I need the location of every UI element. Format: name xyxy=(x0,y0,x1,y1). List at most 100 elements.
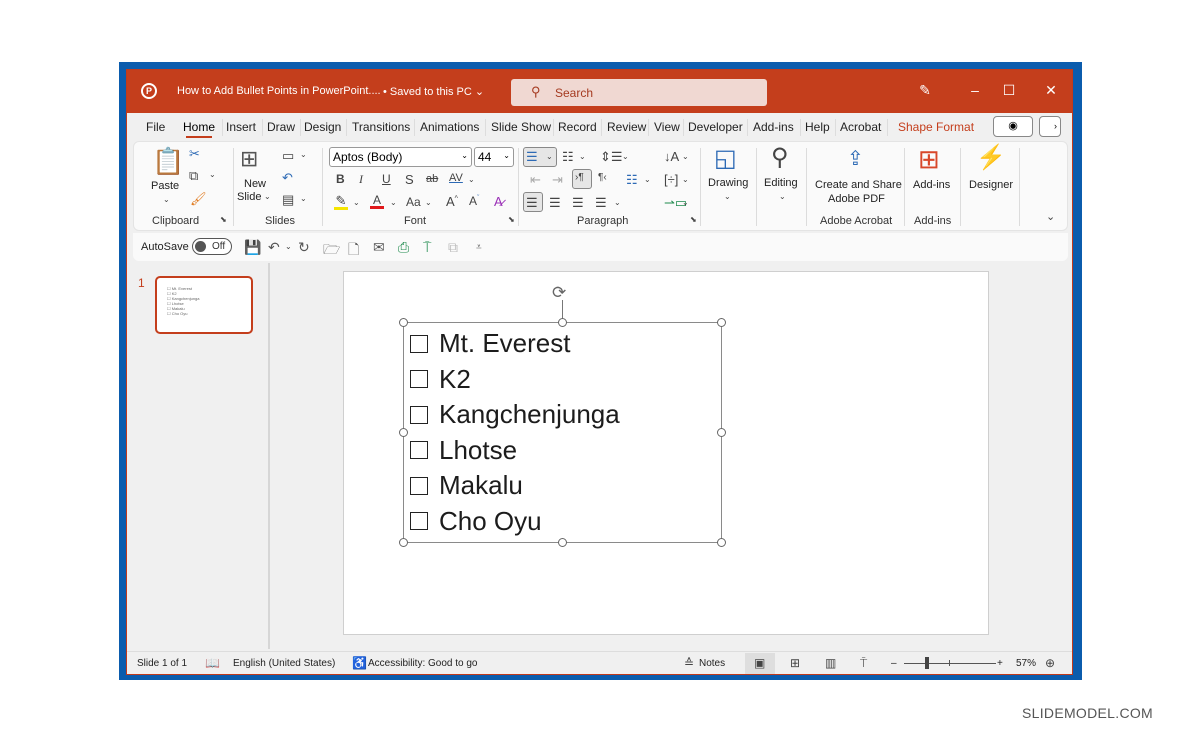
search-box[interactable]: ⚲ Search xyxy=(511,79,767,106)
tab-insert[interactable]: Insert xyxy=(226,120,256,134)
text-direction-icon[interactable]: ↓A xyxy=(664,150,679,163)
drawing-button[interactable]: Drawing xyxy=(708,177,748,189)
chevron-down-icon[interactable]: ⌄ xyxy=(468,175,475,184)
chevron-down-icon[interactable]: ⌄ xyxy=(163,195,170,204)
chevron-down-icon[interactable]: ⌄ xyxy=(682,198,689,207)
dialog-launcher-icon[interactable]: ⬊ xyxy=(690,216,697,224)
highlight-icon[interactable]: ✎ xyxy=(334,194,348,210)
new-file-icon[interactable]: 🗋 xyxy=(348,239,359,263)
columns-icon[interactable]: ☷ xyxy=(626,173,638,186)
align-text-icon[interactable]: [÷] xyxy=(664,173,678,186)
create-share-pdf-line2[interactable]: Adobe PDF xyxy=(828,193,885,205)
selected-text-box[interactable]: Mt. Everest K2 Kangchenjunga Lhotse Maka… xyxy=(399,318,726,547)
justify-icon[interactable]: ☰ xyxy=(595,196,607,209)
chevron-down-icon[interactable]: ⌄ xyxy=(614,198,621,207)
designer-icon[interactable]: ⚡ xyxy=(976,146,1006,170)
zoom-out-button[interactable]: – xyxy=(891,658,897,669)
resize-handle-bottom[interactable] xyxy=(558,538,567,547)
tab-review[interactable]: Review xyxy=(607,120,646,134)
maximize-button[interactable]: ☐ xyxy=(999,82,1019,99)
tab-home[interactable]: Home xyxy=(183,120,215,138)
slide-thumbnail[interactable]: ☐ Mt. Everest ☐ K2 ☐ Kangchenjunga ☐ Lho… xyxy=(155,276,253,334)
tab-draw[interactable]: Draw xyxy=(267,120,295,134)
minimize-button[interactable]: – xyxy=(965,82,985,98)
editing-search-icon[interactable]: ⚲ xyxy=(771,146,789,170)
change-case-button[interactable]: Aa xyxy=(406,196,421,208)
paste-icon[interactable]: 📋 xyxy=(152,148,184,174)
reset-icon[interactable]: ↶ xyxy=(282,171,293,184)
tab-record[interactable]: Record xyxy=(558,120,597,134)
reading-view-icon[interactable]: ▥ xyxy=(825,656,836,670)
dialog-launcher-icon[interactable]: ⬊ xyxy=(220,216,227,224)
tab-transitions[interactable]: Transitions xyxy=(352,120,410,134)
rtl-icon[interactable]: ¶‹ xyxy=(598,173,607,183)
tab-file[interactable]: File xyxy=(146,120,165,134)
tab-design[interactable]: Design xyxy=(304,120,341,134)
ribbon-scroll-right-button[interactable]: › xyxy=(1039,116,1061,137)
save-icon[interactable]: 💾 xyxy=(244,239,261,256)
decrease-indent-icon[interactable]: ⇤ xyxy=(530,173,541,186)
align-right-icon[interactable]: ☰ xyxy=(572,196,584,209)
tab-shape-format[interactable]: Shape Format xyxy=(898,120,974,134)
numbering-icon[interactable]: ☷ xyxy=(562,150,574,163)
chevron-down-icon[interactable]: ⌄ xyxy=(390,198,397,207)
chevron-down-icon[interactable]: ⌄ xyxy=(300,194,307,203)
customize-qat-icon[interactable]: ⩡ xyxy=(476,242,482,253)
line-spacing-icon[interactable]: ⇕☰ xyxy=(600,150,623,163)
resize-handle-top-left[interactable] xyxy=(399,318,408,327)
list-item[interactable]: Makalu xyxy=(410,468,620,504)
font-name-dropdown[interactable]: Aptos (Body) ⌄ xyxy=(329,147,472,167)
chevron-down-icon[interactable]: ⌄ xyxy=(779,192,786,201)
collapse-ribbon-icon[interactable]: ⌄ xyxy=(1046,212,1055,223)
section-icon[interactable]: ▤ xyxy=(282,193,294,206)
drawing-shapes-icon[interactable]: ◱ xyxy=(714,147,737,171)
email-icon[interactable]: ✉ xyxy=(373,239,385,256)
tab-developer[interactable]: Developer xyxy=(688,120,743,134)
chevron-down-icon[interactable]: ⌄ xyxy=(644,175,651,184)
tab-add-ins[interactable]: Add-ins xyxy=(753,120,794,134)
zoom-in-button[interactable]: + xyxy=(997,658,1003,669)
fit-to-window-icon[interactable]: ⊕ xyxy=(1045,656,1055,670)
present-icon[interactable]: ⍑ xyxy=(423,239,431,256)
tab-animations[interactable]: Animations xyxy=(420,120,479,134)
slide-canvas[interactable]: ⟳ Mt. Everest K2 Kangchenjunga Lhotse Ma… xyxy=(343,271,989,635)
tab-slide-show[interactable]: Slide Show xyxy=(491,120,551,134)
accessibility-status[interactable]: Accessibility: Good to go xyxy=(368,658,478,669)
bold-button[interactable]: B xyxy=(336,173,345,185)
clear-formatting-icon[interactable]: A̷ xyxy=(494,195,503,208)
designer-button[interactable]: Designer xyxy=(969,179,1013,191)
add-ins-icon[interactable]: ⊞ xyxy=(918,146,940,172)
new-slide-label-1[interactable]: New xyxy=(244,178,266,190)
strikethrough-button[interactable]: ab xyxy=(426,174,438,185)
character-spacing-button[interactable]: AV xyxy=(449,173,463,184)
resize-handle-left[interactable] xyxy=(399,428,408,437)
new-slide-label-2[interactable]: Slide xyxy=(237,191,261,203)
increase-indent-icon[interactable]: ⇥ xyxy=(552,173,563,186)
list-item[interactable]: Cho Oyu xyxy=(410,504,620,540)
chevron-down-icon[interactable]: ⌄ xyxy=(579,152,586,161)
new-slide-icon[interactable]: ⊞ xyxy=(240,148,258,170)
chevron-down-icon[interactable]: ⌄ xyxy=(209,170,216,179)
list-item[interactable]: Mt. Everest xyxy=(410,326,620,362)
italic-button[interactable]: I xyxy=(359,173,363,185)
chevron-down-icon[interactable]: ⌄ xyxy=(682,152,689,161)
font-color-icon[interactable]: A xyxy=(370,194,384,209)
list-item[interactable]: K2 xyxy=(410,362,620,398)
paste-button[interactable]: Paste xyxy=(151,180,179,192)
tab-view[interactable]: View xyxy=(654,120,680,134)
add-ins-button[interactable]: Add-ins xyxy=(913,179,950,191)
underline-button[interactable]: U xyxy=(382,173,391,185)
slide-sorter-icon[interactable]: ⊞ xyxy=(790,656,800,670)
chevron-down-icon[interactable]: ⌄ xyxy=(682,175,689,184)
chevron-down-icon[interactable]: ⌄ xyxy=(622,152,629,161)
grow-font-button[interactable]: A^ xyxy=(446,195,458,208)
create-share-pdf-line1[interactable]: Create and Share xyxy=(815,179,902,191)
resize-handle-bottom-left[interactable] xyxy=(399,538,408,547)
redo-icon[interactable]: ↻ xyxy=(298,239,310,256)
list-item[interactable]: Kangchenjunga xyxy=(410,397,620,433)
tab-acrobat[interactable]: Acrobat xyxy=(840,120,881,134)
zoom-slider-thumb[interactable] xyxy=(925,657,929,669)
undo-icon[interactable]: ↶ xyxy=(268,239,280,256)
zoom-percent[interactable]: 57% xyxy=(1016,658,1036,669)
spelling-check-icon[interactable]: 📖 xyxy=(205,656,220,670)
